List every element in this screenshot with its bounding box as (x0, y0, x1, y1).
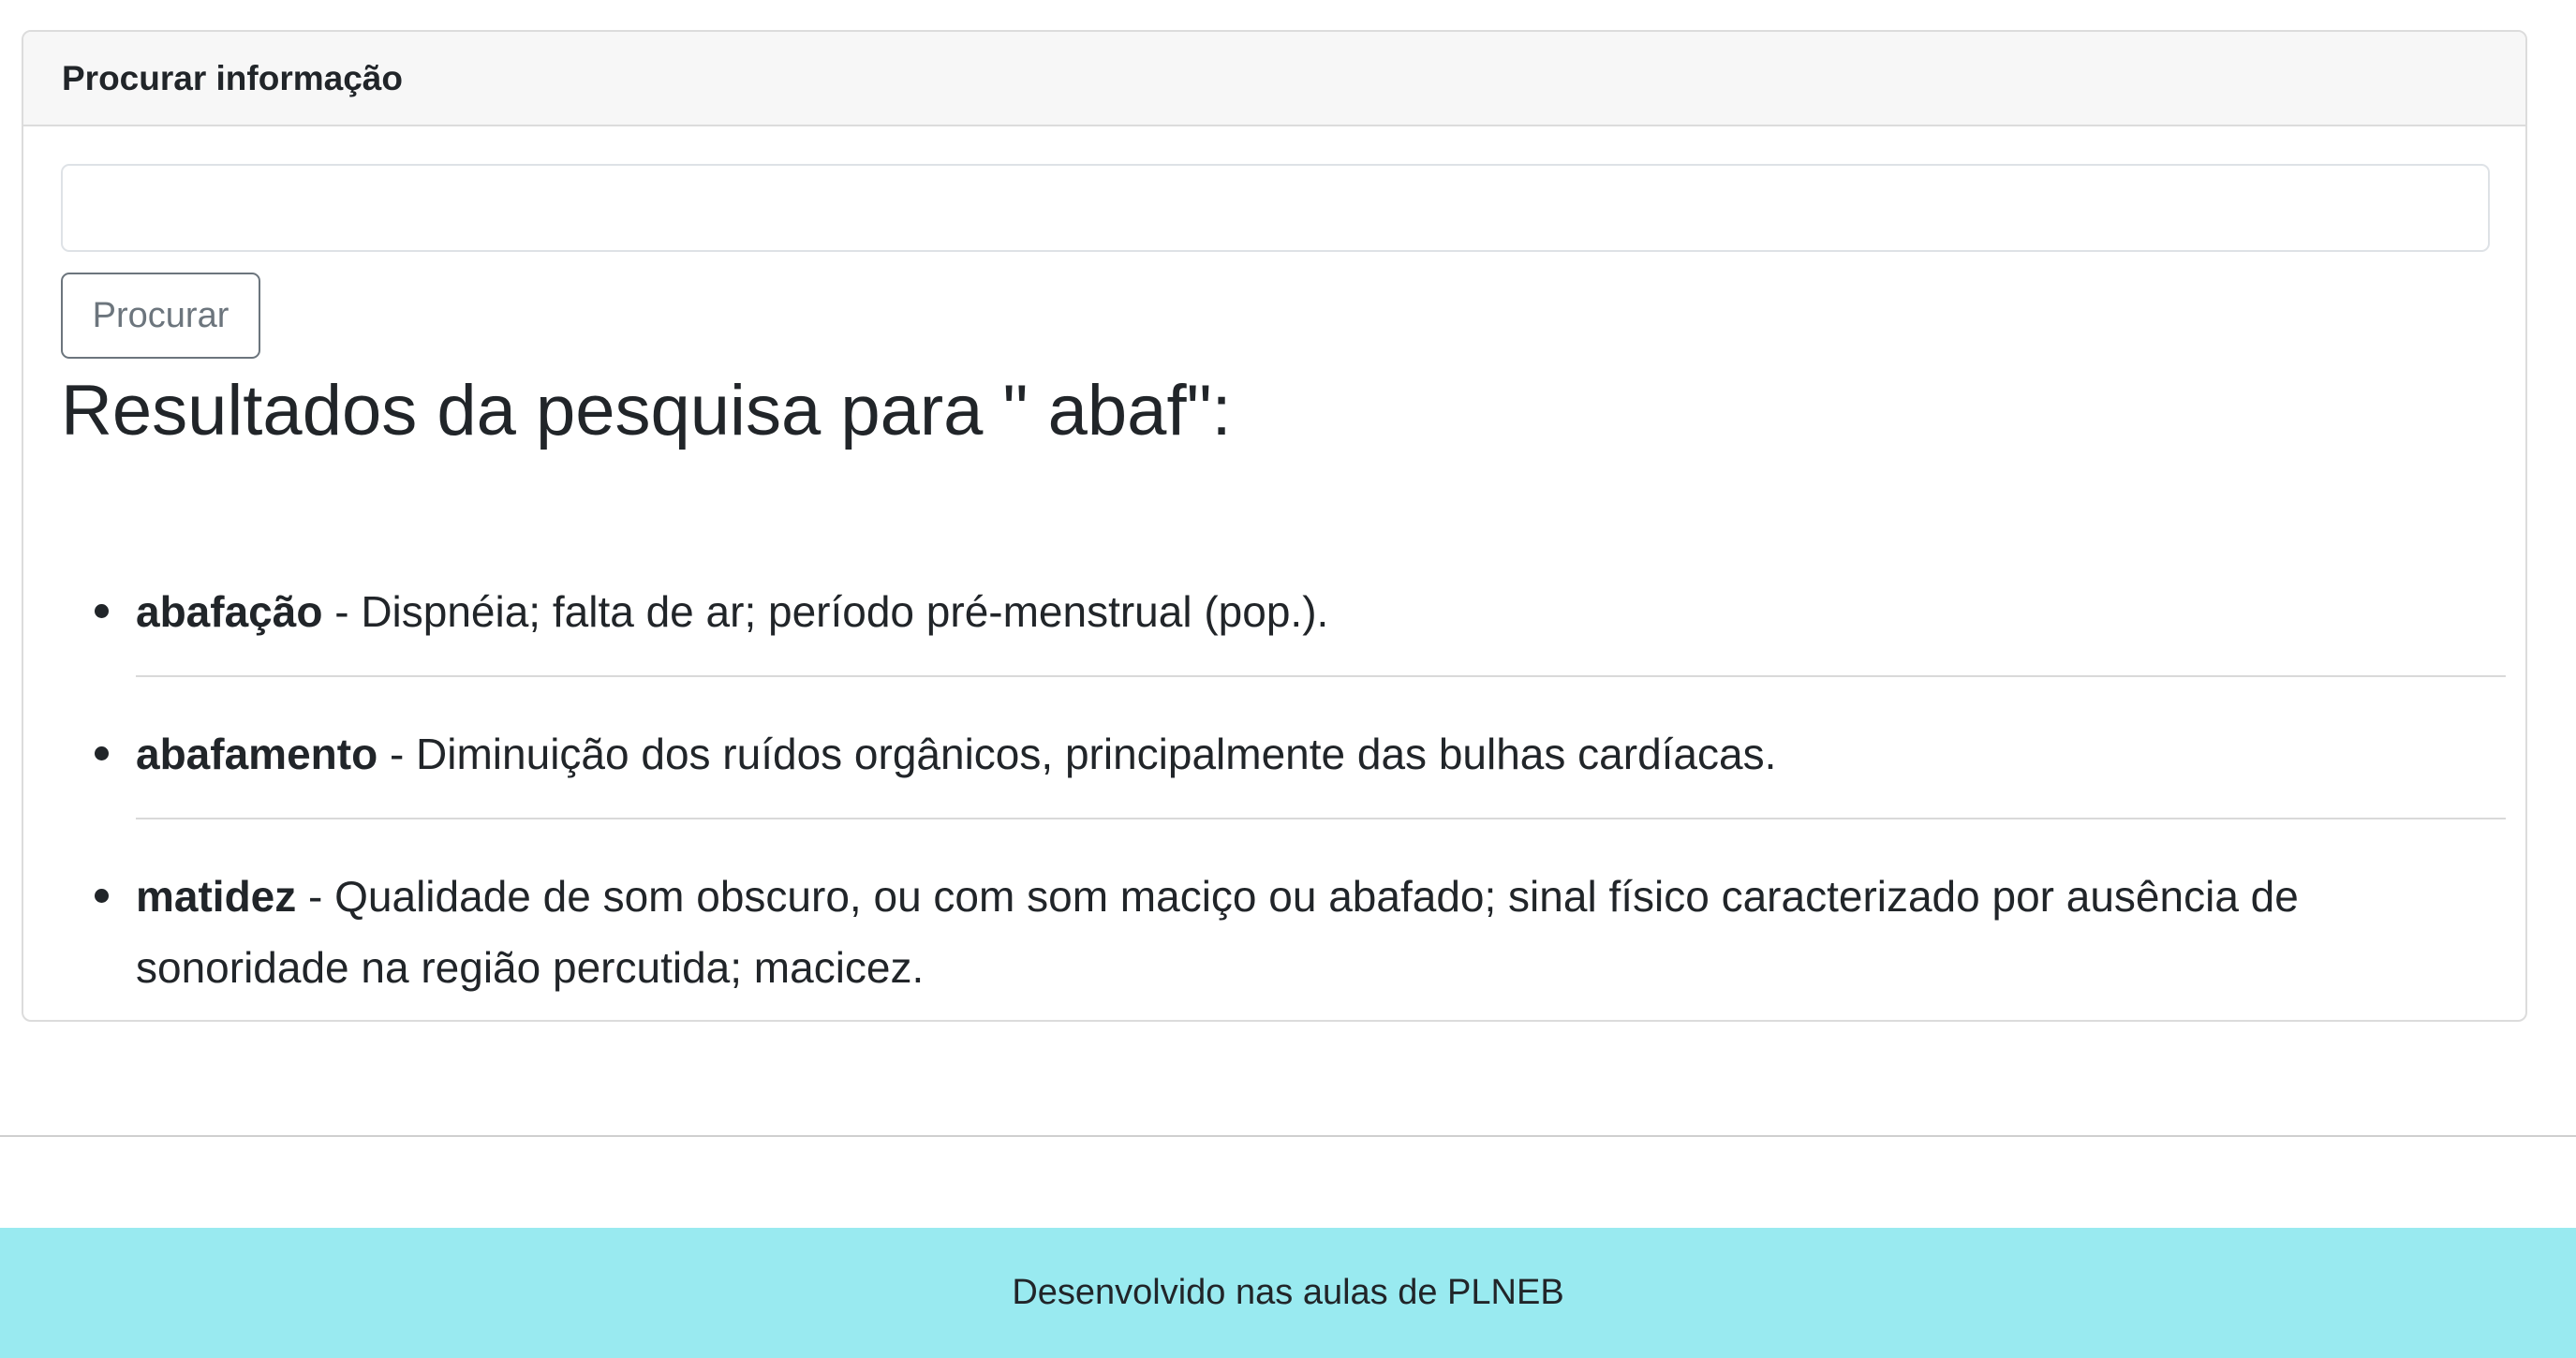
search-card: Procurar informação Procurar Resultados … (22, 30, 2527, 1022)
search-input[interactable] (61, 164, 2490, 252)
result-term: abafação (136, 587, 323, 636)
page-divider (0, 1135, 2576, 1137)
page: Procurar informação Procurar Resultados … (0, 0, 2576, 1358)
footer: Desenvolvido nas aulas de PLNEB (0, 1228, 2576, 1358)
footer-text: Desenvolvido nas aulas de PLNEB (1012, 1273, 1564, 1312)
list-item: abafamento - Diminuição dos ruídos orgân… (95, 718, 2506, 819)
result-definition: - Dispnéia; falta de ar; período pré-men… (322, 587, 1329, 636)
card-title: Procurar informação (62, 58, 403, 97)
list-item: matidez - Qualidade de som obscuro, ou c… (95, 861, 2506, 1020)
result-definition: - Diminuição dos ruídos orgânicos, princ… (378, 730, 1777, 778)
list-item: abafação - Dispnéia; falta de ar; períod… (95, 576, 2506, 677)
result-term: abafamento (136, 730, 378, 778)
search-button[interactable]: Procurar (61, 273, 260, 359)
result-term: matidez (136, 872, 297, 921)
results-list: abafação - Dispnéia; falta de ar; períod… (61, 576, 2506, 1020)
result-definition: - Qualidade de som obscuro, ou com som m… (136, 872, 2299, 992)
results-heading: Resultados da pesquisa para " abaf": (61, 371, 1232, 450)
card-header: Procurar informação (23, 32, 2525, 126)
